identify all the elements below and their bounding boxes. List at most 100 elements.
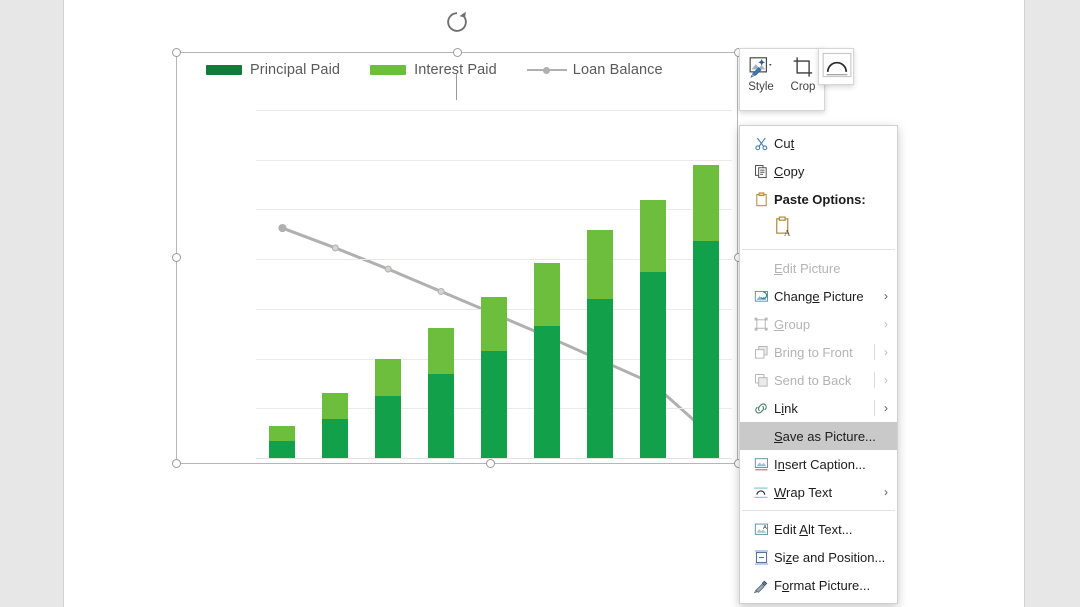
legend-line-marker-icon [527, 65, 567, 75]
style-button-label: Style [748, 81, 774, 93]
bar-segment-interest [322, 393, 348, 419]
resize-handle-middle-left[interactable] [172, 253, 181, 262]
change-picture-icon [748, 287, 774, 305]
submenu-divider [874, 400, 875, 416]
bar-segment-principal [481, 351, 507, 458]
no-icon [748, 427, 774, 445]
menu-item-label: Bring to Front [774, 345, 853, 360]
menu-item-label: Link [774, 401, 798, 416]
menu-item-send-to-back: Send to Back› [740, 366, 897, 394]
legend-item-principal-paid[interactable]: Principal Paid [206, 62, 340, 78]
picture-context-menu[interactable]: Cut Copy Paste Options: A Edit Picture Change… [739, 125, 898, 604]
mini-toolbar-overflow[interactable] [818, 48, 854, 85]
menu-item-label: Change Picture [774, 289, 864, 304]
chevron-right-icon: › [884, 317, 888, 331]
picture-layout-icon [822, 52, 852, 78]
bar-segment-principal [534, 326, 560, 458]
chart-legend: Principal Paid Interest Paid Loan Balance [206, 62, 693, 78]
legend-item-loan-balance[interactable]: Loan Balance [527, 62, 663, 78]
legend-label: Principal Paid [250, 62, 340, 78]
bar-segment-interest [481, 297, 507, 351]
menu-item-cut[interactable]: Cut [740, 129, 897, 157]
chevron-right-icon: › [884, 373, 888, 387]
rotate-handle[interactable] [443, 8, 471, 36]
crop-icon [791, 55, 815, 79]
legend-swatch-icon [206, 65, 242, 75]
insert-caption-icon [748, 455, 774, 473]
menu-item-label: Wrap Text [774, 485, 832, 500]
legend-item-interest-paid[interactable]: Interest Paid [370, 62, 497, 78]
menu-item-size-and-position[interactable]: Size and Position... [740, 543, 897, 571]
menu-separator [742, 249, 895, 250]
menu-item-label: Copy [774, 164, 804, 179]
menu-item-format-picture[interactable]: Format Picture... [740, 571, 897, 599]
bar-segment-interest [269, 426, 295, 440]
page-margin-left [0, 0, 63, 607]
menu-item-label: Save as Picture... [774, 429, 876, 444]
crop-button-label: Crop [791, 81, 816, 93]
menu-item-paste-options[interactable]: Paste Options: [740, 185, 897, 213]
menu-separator [742, 510, 895, 511]
chevron-right-icon: › [884, 345, 888, 359]
menu-item-group: Group › [740, 310, 897, 338]
style-button[interactable]: Style [740, 49, 782, 110]
menu-item-insert-caption[interactable]: Insert Caption... [740, 450, 897, 478]
menu-item-label: Edit Alt Text... [774, 522, 853, 537]
menu-item-paste-keep-text-only[interactable]: A [740, 213, 897, 245]
group-icon [748, 315, 774, 333]
submenu-divider [874, 372, 875, 388]
copy-icon [748, 162, 774, 180]
selected-picture[interactable]: Principal PaidInterest PaidLoan Balance … [176, 52, 738, 464]
bar-segment-principal [640, 272, 666, 458]
picture-mini-toolbar[interactable]: Style Crop [739, 48, 825, 111]
bar-segment-principal [375, 396, 401, 458]
bar-segment-interest [428, 328, 454, 374]
paste-text-only-icon: A [774, 216, 794, 243]
menu-item-wrap-text[interactable]: Wrap Text › [740, 478, 897, 506]
menu-item-link[interactable]: Link › [740, 394, 897, 422]
submenu-divider [874, 344, 875, 360]
bar-segment-interest [375, 359, 401, 397]
menu-item-label: Group [774, 317, 810, 332]
loan-balance-marker [385, 266, 391, 272]
resize-handle-bottom-center[interactable] [486, 459, 495, 468]
rotate-handle-stem [456, 74, 457, 100]
gridline [256, 110, 732, 111]
loan-balance-marker [438, 288, 444, 294]
chevron-right-icon: › [884, 485, 888, 499]
page-margin-right [1024, 0, 1080, 607]
bar-segment-principal [587, 299, 613, 458]
resize-handle-top-left[interactable] [172, 48, 181, 57]
menu-item-label: Insert Caption... [774, 457, 866, 472]
menu-item-bring-to-front: Bring to Front › [740, 338, 897, 366]
clipboard-icon [748, 190, 774, 208]
loan-balance-marker [279, 224, 286, 231]
resize-handle-top-center[interactable] [453, 48, 462, 57]
resize-handle-bottom-left[interactable] [172, 459, 181, 468]
link-icon [748, 399, 774, 417]
legend-label: Loan Balance [573, 62, 663, 78]
chevron-right-icon: › [884, 401, 888, 415]
scissors-icon [748, 134, 774, 152]
menu-item-change-picture[interactable]: Change Picture › [740, 282, 897, 310]
menu-item-label: Edit Picture [774, 261, 840, 276]
bar-segment-interest [534, 263, 560, 326]
picture-style-icon [748, 55, 774, 79]
loan-amortization-chart[interactable]: Principal PaidInterest PaidLoan Balance … [176, 52, 738, 464]
bar-segment-principal [322, 419, 348, 458]
svg-text:A: A [784, 227, 791, 237]
menu-item-copy[interactable]: Copy [740, 157, 897, 185]
menu-item-save-as-picture[interactable]: Save as Picture... [740, 422, 897, 450]
bar-segment-principal [693, 241, 719, 459]
chevron-right-icon: › [884, 289, 888, 303]
menu-item-edit-alt-text[interactable]: AEdit Alt Text... [740, 515, 897, 543]
gridline [256, 160, 732, 161]
chart-plot-area: $14,000$12,000$10,000$8,000$6,000$4,000$… [256, 110, 732, 458]
menu-item-label: Cut [774, 136, 794, 151]
format-picture-icon [748, 576, 774, 594]
menu-item-label: Size and Position... [774, 550, 885, 565]
bar-segment-interest [693, 165, 719, 241]
bring-front-icon [748, 343, 774, 361]
size-position-icon [748, 548, 774, 566]
menu-item-edit-picture: Edit Picture [740, 254, 897, 282]
